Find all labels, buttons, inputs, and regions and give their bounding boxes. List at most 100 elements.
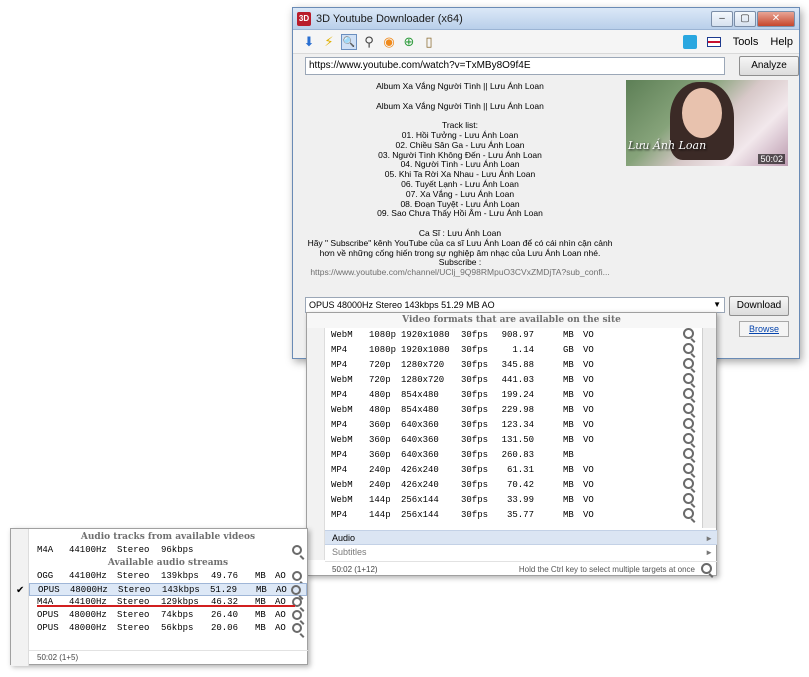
video-format-row[interactable]: MP4 360p 640x360 30fps 260.83 MB [325, 448, 716, 463]
preview-magnifier-icon[interactable] [683, 328, 694, 339]
minimize-button[interactable]: – [711, 10, 733, 27]
video-format-cell: 30fps [461, 435, 489, 445]
preview-magnifier-icon[interactable] [683, 358, 694, 369]
thumbnail-caption: Lưu Ánh Loan [628, 139, 707, 152]
audio-popup-footer: 50:02 (1+5) [29, 650, 308, 663]
video-format-cell: 1280x720 [401, 360, 445, 370]
download-button[interactable]: Download [729, 296, 789, 316]
video-format-cell: VO [583, 390, 594, 400]
description-line: 09. Sao Chưa Thấy Hồi Âm - Lưu Ánh Loan [377, 208, 543, 219]
preview-magnifier-icon[interactable] [683, 493, 694, 504]
video-thumbnail[interactable]: Lưu Ánh Loan 50:02 [626, 80, 788, 166]
binoculars-icon[interactable]: ⚲ [361, 34, 377, 50]
url-input[interactable]: https://www.youtube.com/watch?v=TxMBy8O9… [305, 57, 725, 75]
preview-magnifier-icon[interactable] [292, 545, 302, 555]
format-select-value: OPUS 48000Hz Stereo 143kbps 51.29 MB AO [309, 300, 495, 310]
chevron-down-icon[interactable]: ▼ [713, 298, 721, 312]
audio-stream-row[interactable]: M4A 44100Hz Stereo 96kbps [29, 544, 307, 557]
preview-magnifier-icon[interactable] [683, 478, 694, 489]
audio-stream-row[interactable]: OPUS 48000Hz Stereo 56kbps 20.06 MB AO [29, 622, 307, 635]
video-format-row[interactable]: WebM 720p 1280x720 30fps 441.03 MB VO [325, 373, 716, 388]
donate-icon[interactable] [682, 34, 697, 49]
browse-link[interactable]: Browse [739, 321, 789, 337]
video-format-row[interactable]: MP4 480p 854x480 30fps 199.24 MB VO [325, 388, 716, 403]
audio-stream-row[interactable]: OPUS 48000Hz Stereo 74kbps 26.40 MB AO [29, 609, 307, 622]
subscribe-link[interactable]: https://www.youtube.com/channel/UClj_9Q9… [305, 267, 615, 278]
video-format-cell: MB [563, 465, 574, 475]
video-format-cell: MB [563, 450, 574, 460]
preview-magnifier-icon[interactable] [683, 388, 694, 399]
audio-stream-cell: 139kbps [161, 571, 199, 581]
menu-tools[interactable]: Tools [733, 36, 759, 48]
video-format-row[interactable]: WebM 240p 426x240 30fps 70.42 MB VO [325, 478, 716, 493]
audio-stream-row[interactable]: M4A 44100Hz Stereo 129kbps 46.32 MB AO [29, 596, 307, 609]
video-format-row[interactable]: WebM 1080p 1920x1080 30fps 908.97 MB VO [325, 328, 716, 343]
preview-magnifier-icon[interactable] [292, 571, 302, 581]
app-logo-icon: 3D [297, 11, 311, 26]
audio-stream-cell: 44100Hz [69, 571, 107, 581]
preview-magnifier-icon[interactable] [683, 433, 694, 444]
video-format-row[interactable]: WebM 360p 640x360 30fps 131.50 MB VO [325, 433, 716, 448]
video-format-cell: VO [583, 510, 594, 520]
audio-stream-cell: AO [275, 610, 286, 620]
video-format-cell: VO [583, 360, 594, 370]
video-count: 50:02 (1+12) [332, 565, 378, 574]
video-format-cell: WebM [331, 375, 353, 385]
audio-stream-cell: AO [275, 571, 286, 581]
video-format-row[interactable]: MP4 144p 256x144 30fps 35.77 MB VO [325, 508, 716, 523]
video-format-cell: VO [583, 345, 594, 355]
globe-add-icon[interactable]: ⊕ [401, 34, 417, 50]
analyze-button[interactable]: Analyze [739, 56, 799, 76]
menu-help[interactable]: Help [770, 36, 793, 48]
download-arrow-icon[interactable]: ⬇ [301, 34, 317, 50]
audio-stream-cell: 44100Hz [69, 545, 107, 555]
preview-magnifier-icon[interactable] [683, 508, 694, 519]
video-format-cell: MB [563, 435, 574, 445]
maximize-button[interactable]: ▢ [734, 10, 756, 27]
video-format-cell: 256x144 [401, 510, 439, 520]
video-format-row[interactable]: MP4 1080p 1920x1080 30fps 1.14 GB VO [325, 343, 716, 358]
close-button[interactable]: ✕ [757, 10, 795, 27]
preview-magnifier-icon[interactable] [292, 610, 302, 620]
scrollbar[interactable] [702, 328, 716, 528]
video-format-cell: 1280x720 [401, 375, 445, 385]
audio-stream-cell: 96kbps [161, 545, 194, 555]
preview-magnifier-icon[interactable] [683, 403, 694, 414]
video-format-cell: 360p [369, 435, 391, 445]
rss-icon[interactable]: ◉ [381, 34, 397, 50]
video-format-row[interactable]: MP4 240p 426x240 30fps 61.31 MB VO [325, 463, 716, 478]
preview-magnifier-icon[interactable] [683, 448, 694, 459]
video-format-cell: 61.31 [506, 465, 534, 475]
window-title: 3D Youtube Downloader (x64) [316, 12, 463, 25]
menu-item-audio[interactable]: Audio ► [325, 530, 717, 545]
magnifier-icon[interactable] [701, 563, 712, 574]
preview-magnifier-icon[interactable] [683, 463, 694, 474]
video-format-cell: 33.99 [506, 495, 534, 505]
preview-magnifier-icon[interactable] [683, 373, 694, 384]
preview-magnifier-icon[interactable] [683, 343, 694, 354]
main-window: 3D 3D Youtube Downloader (x64) – ▢ ✕ ⬇ ⚡… [292, 7, 800, 359]
video-format-row[interactable]: WebM 480p 854x480 30fps 229.98 MB VO [325, 403, 716, 418]
menu-item-subtitles[interactable]: Subtitles ► [325, 545, 717, 560]
audio-stream-cell: 26.40 [210, 610, 238, 620]
audio-stream-cell: 46.32 [210, 597, 238, 607]
audio-stream-cell: 74kbps [161, 610, 194, 620]
language-flag-icon[interactable] [706, 36, 721, 47]
video-format-cell: 640x360 [401, 450, 439, 460]
lightning-icon[interactable]: ⚡ [321, 34, 337, 50]
preview-magnifier-icon[interactable] [291, 585, 301, 595]
video-format-cell: 720p [369, 360, 391, 370]
preview-magnifier-icon[interactable] [683, 418, 694, 429]
preview-magnifier-icon[interactable] [292, 623, 302, 633]
video-format-row[interactable]: MP4 720p 1280x720 30fps 345.88 MB VO [325, 358, 716, 373]
audio-stream-row[interactable]: ✔ OPUS 48000Hz Stereo 143kbps 51.29 MB AO [16, 583, 307, 596]
video-format-cell: WebM [331, 330, 353, 340]
audio-stream-cell: Stereo [117, 545, 150, 555]
video-format-cell: 240p [369, 465, 391, 475]
audio-stream-row[interactable]: OGG 44100Hz Stereo 139kbps 49.76 MB AO [29, 570, 307, 583]
video-format-row[interactable]: WebM 144p 256x144 30fps 33.99 MB VO [325, 493, 716, 508]
magnifier-icon[interactable]: 🔍 [341, 33, 357, 50]
format-select[interactable]: OPUS 48000Hz Stereo 143kbps 51.29 MB AO … [305, 297, 725, 313]
clipboard-icon[interactable]: ▯ [421, 34, 437, 50]
video-format-row[interactable]: MP4 360p 640x360 30fps 123.34 MB VO [325, 418, 716, 433]
